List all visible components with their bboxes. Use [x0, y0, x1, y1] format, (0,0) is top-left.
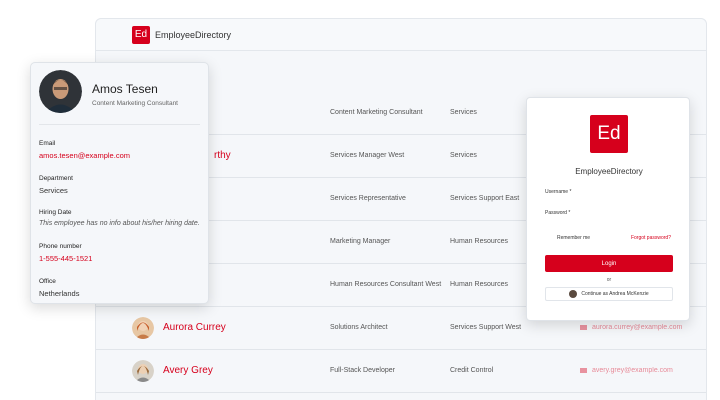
- hiring-date-label: Hiring Date: [39, 209, 72, 216]
- email-text[interactable]: avery.grey@example.com: [592, 367, 673, 374]
- user-avatar-icon: [569, 290, 578, 298]
- employee-name[interactable]: rthy: [214, 150, 231, 161]
- department-label: Department: [39, 175, 73, 182]
- table-row[interactable]: Avery Grey Full-Stack Developer Credit C…: [96, 350, 706, 393]
- stage: Ed EmployeeDirectory Content Marketing C…: [0, 0, 720, 400]
- email-label: Email: [39, 140, 56, 147]
- profile-office: Netherlands: [39, 289, 80, 298]
- username-field[interactable]: Username *: [545, 189, 571, 195]
- employee-email[interactable]: avery.grey@example.com: [580, 367, 673, 374]
- profile-card: Amos Tesen Content Marketing Consultant …: [30, 62, 209, 304]
- login-card: Ed EmployeeDirectory Username * Password…: [526, 97, 690, 321]
- mail-icon: [580, 367, 587, 373]
- employee-department: Services: [450, 109, 477, 116]
- employee-title: Content Marketing Consultant: [330, 109, 423, 116]
- profile-department: Services: [39, 186, 68, 195]
- employee-title: Human Resources Consultant West: [330, 281, 442, 288]
- continue-as-button[interactable]: Continue as Andrea McKenzie: [545, 287, 673, 301]
- phone-label: Phone number: [39, 243, 82, 250]
- password-field[interactable]: Password *: [545, 210, 570, 216]
- profile-hiring-date: This employee has no info about his/her …: [39, 220, 200, 227]
- profile-name: Amos Tesen: [92, 82, 158, 96]
- remember-me-checkbox[interactable]: Remember me: [557, 235, 590, 241]
- avatar[interactable]: [132, 360, 154, 382]
- mail-icon: [580, 324, 587, 330]
- directory-header: Ed EmployeeDirectory: [96, 19, 706, 51]
- employee-department: Services Support East: [450, 195, 520, 202]
- continue-label: Continue as Andrea McKenzie: [581, 291, 649, 297]
- divider: [39, 124, 200, 125]
- profile-email[interactable]: amos.tesen@example.com: [39, 151, 130, 160]
- employee-department: Human Resources: [450, 238, 508, 245]
- email-text[interactable]: aurora.currey@example.com: [592, 324, 682, 331]
- employee-title: Services Manager West: [330, 152, 405, 159]
- employee-title: Marketing Manager: [330, 238, 391, 245]
- employee-department: Human Resources: [450, 281, 508, 288]
- login-app-name: EmployeeDirectory: [575, 167, 643, 176]
- employee-name[interactable]: Avery Grey: [163, 365, 213, 376]
- profile-phone[interactable]: 1-555-445-1521: [39, 254, 92, 263]
- employee-department: Services Support West: [450, 324, 522, 331]
- employee-title: Solutions Architect: [330, 324, 388, 331]
- employee-title: Services Representative: [330, 195, 406, 202]
- forgot-password-link[interactable]: Forgot password?: [631, 235, 671, 241]
- office-label: Office: [39, 278, 56, 285]
- employee-department: Services: [450, 152, 477, 159]
- employee-name[interactable]: Aurora Currey: [163, 322, 226, 333]
- avatar[interactable]: [132, 317, 154, 339]
- employee-department: Credit Control: [450, 367, 494, 374]
- login-button[interactable]: Login: [545, 255, 673, 272]
- or-separator: or: [606, 277, 612, 283]
- app-title: EmployeeDirectory: [155, 29, 232, 40]
- employee-title: Full-Stack Developer: [330, 367, 395, 374]
- profile-role: Content Marketing Consultant: [92, 100, 178, 107]
- app-logo[interactable]: Ed: [132, 25, 150, 44]
- employee-email[interactable]: aurora.currey@example.com: [580, 324, 682, 331]
- login-logo: Ed: [590, 115, 628, 153]
- profile-avatar: [39, 70, 82, 113]
